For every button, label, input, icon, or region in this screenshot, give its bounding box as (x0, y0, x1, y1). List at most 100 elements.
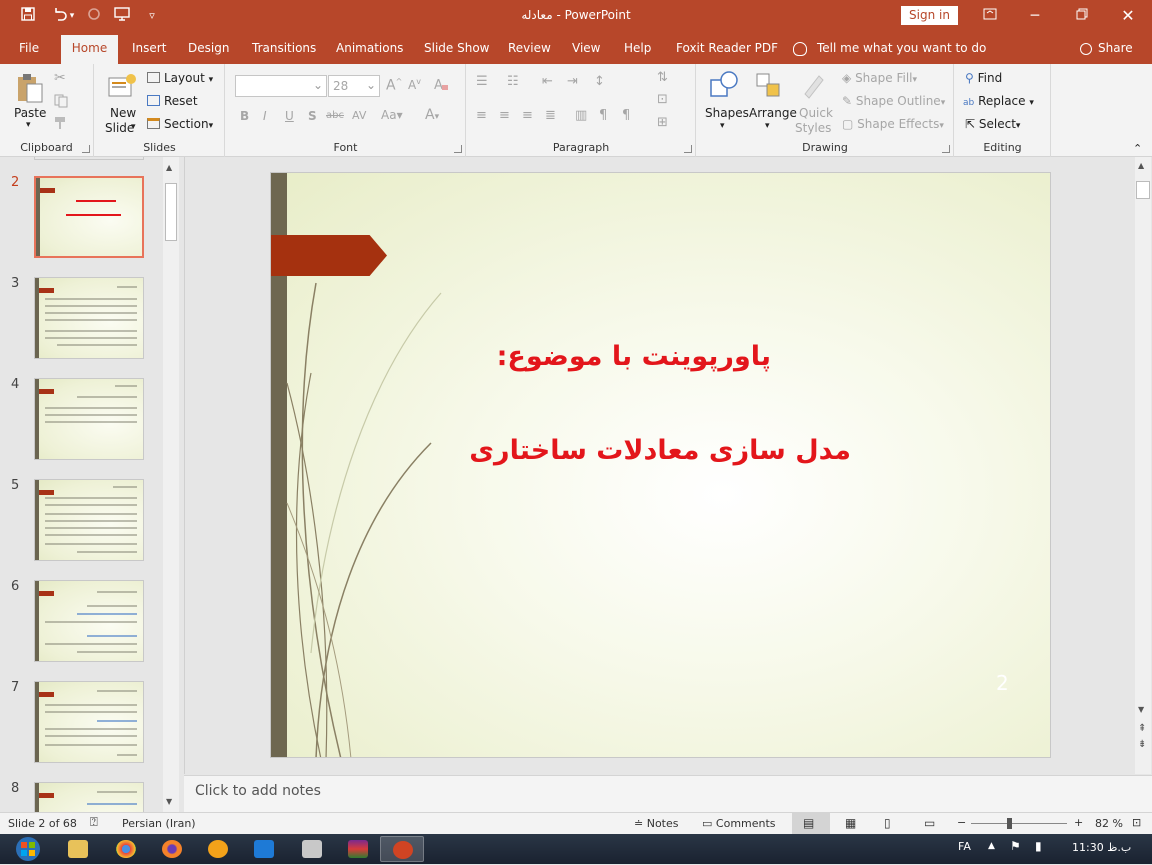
ribbon-display-options-icon[interactable] (975, 6, 1005, 26)
taskbar-media[interactable] (290, 836, 334, 862)
fit-slide-icon[interactable]: ⊡ (1132, 816, 1141, 829)
tab-transitions[interactable]: Transitions (246, 32, 322, 64)
font-size-combo[interactable]: 28 ⌄ (328, 75, 380, 97)
align-left-icon[interactable]: ≡ (476, 108, 487, 123)
font-color-icon[interactable]: A▾ (425, 107, 439, 123)
character-spacing-icon[interactable]: AV (352, 109, 366, 122)
slide-scrollbar[interactable]: ▲ ▼ ⇞ ⇟ (1135, 157, 1151, 774)
new-slide-label-2[interactable]: Slide (105, 121, 134, 135)
zoom-slider-thumb[interactable] (1007, 818, 1012, 829)
thumbnails-scroll-thumb[interactable] (165, 183, 177, 241)
font-launcher-icon[interactable] (454, 145, 462, 153)
taskbar-powerpoint[interactable] (380, 836, 424, 862)
taskbar-edge[interactable] (196, 836, 240, 862)
slide-thumbnails-panel[interactable]: 2 3 4 5 6 7 8 (0, 157, 182, 812)
left-to-right-icon[interactable]: ¶ (599, 108, 607, 123)
shape-effects-button[interactable]: ▢ Shape Effects▾ (842, 117, 944, 131)
slide-sorter-icon[interactable]: ▦ (845, 816, 856, 830)
italic-icon[interactable]: I (263, 109, 267, 123)
zoom-level[interactable]: 82 % (1095, 817, 1123, 830)
quick-styles-icon[interactable] (801, 70, 827, 102)
slide-scroll-down-icon[interactable]: ▼ (1138, 705, 1144, 714)
replace-button[interactable]: ab Replace ▾ (963, 94, 1034, 108)
save-icon[interactable] (16, 6, 40, 26)
drawing-launcher-icon[interactable] (942, 145, 950, 153)
shape-fill-button[interactable]: ◈ Shape Fill▾ (842, 71, 917, 85)
shapes-dropdown-icon[interactable]: ▾ (720, 121, 725, 131)
justify-icon[interactable]: ≣ (545, 108, 556, 123)
tab-view[interactable]: View (566, 32, 606, 64)
tab-design[interactable]: Design (182, 32, 235, 64)
scroll-up-icon[interactable]: ▲ (166, 163, 172, 172)
shape-outline-button[interactable]: ✎ Shape Outline▾ (842, 94, 945, 108)
language-indicator[interactable]: Persian (Iran) (122, 817, 196, 830)
collapse-ribbon-icon[interactable]: ⌃ (1133, 142, 1142, 155)
shapes-icon[interactable] (709, 70, 739, 102)
next-slide-icon[interactable]: ⇟ (1138, 739, 1146, 750)
notes-button[interactable]: ≐ Notes (634, 817, 679, 830)
reset-button[interactable]: Reset (147, 94, 198, 108)
copy-icon[interactable] (54, 94, 72, 111)
format-painter-icon[interactable] (54, 116, 70, 133)
slide-show-icon[interactable]: ▭ (924, 816, 935, 830)
input-language[interactable]: FA (958, 840, 971, 853)
show-hidden-icons-icon[interactable]: ▲ (988, 841, 995, 851)
decrease-indent-icon[interactable]: ⇤ (542, 74, 553, 89)
right-to-left-icon[interactable]: ¶ (622, 108, 630, 123)
columns-icon[interactable]: ▥ (575, 108, 587, 123)
text-shadow-icon[interactable]: S (308, 109, 317, 123)
new-slide-dropdown-icon[interactable]: ▾ (131, 122, 136, 132)
quick-styles-label-2[interactable]: Styles (795, 121, 831, 135)
slide-thumbnail-2[interactable] (34, 176, 144, 258)
tab-foxit-reader-pdf[interactable]: Foxit Reader PDF (670, 32, 784, 64)
slide-scroll-thumb[interactable] (1136, 181, 1150, 199)
close-icon[interactable]: ✕ (1113, 6, 1143, 26)
find-button[interactable]: ⚲ Find (965, 71, 1002, 85)
redo-icon[interactable] (82, 6, 106, 26)
taskbar-app[interactable] (242, 836, 286, 862)
reading-view-icon[interactable]: ▯ (884, 816, 891, 830)
arrange-button[interactable]: Arrange (749, 106, 797, 120)
taskbar-chrome[interactable] (104, 836, 148, 862)
bullets-icon[interactable]: ☰ (476, 74, 488, 89)
customize-quick-access-icon[interactable]: ▿ (140, 6, 164, 26)
clock[interactable]: 11:30 ب.ظ (1072, 841, 1131, 854)
taskbar-winrar[interactable] (336, 836, 380, 862)
paragraph-launcher-icon[interactable] (684, 145, 692, 153)
paste-button[interactable]: Paste (14, 106, 46, 120)
new-slide-icon[interactable] (107, 72, 137, 102)
spell-check-icon[interactable]: ⍰ (90, 815, 98, 830)
tab-slide-show[interactable]: Slide Show (418, 32, 495, 64)
thumbnails-scrollbar[interactable]: ▲ ▼ (163, 157, 179, 812)
scroll-down-icon[interactable]: ▼ (166, 797, 172, 806)
tab-insert[interactable]: Insert (126, 32, 172, 64)
tab-file[interactable]: File (13, 32, 45, 64)
taskbar-file-explorer[interactable] (56, 836, 100, 862)
decrease-font-size-icon[interactable]: Av (408, 77, 421, 92)
notes-pane[interactable]: Click to add notes (184, 775, 1152, 812)
slide-thumbnail-8[interactable] (34, 782, 144, 812)
align-right-icon[interactable]: ≡ (522, 108, 533, 123)
network-icon[interactable]: ▮ (1035, 839, 1042, 853)
bold-icon[interactable]: B (240, 109, 249, 123)
arrange-icon[interactable] (755, 70, 783, 102)
new-slide-label-1[interactable]: New (110, 106, 136, 120)
slide-thumbnail-4[interactable] (34, 378, 144, 460)
start-button[interactable] (4, 836, 52, 862)
tab-home[interactable]: Home (61, 35, 118, 64)
shapes-button[interactable]: Shapes (705, 106, 749, 120)
slide-thumbnail-6[interactable] (34, 580, 144, 662)
slide-scroll-up-icon[interactable]: ▲ (1138, 161, 1144, 170)
increase-indent-icon[interactable]: ⇥ (567, 74, 578, 89)
clipboard-launcher-icon[interactable] (82, 145, 90, 153)
undo-dropdown-icon[interactable]: ▾ (66, 6, 78, 26)
numbering-icon[interactable]: ☷ (507, 74, 519, 89)
tab-help[interactable]: Help (618, 32, 657, 64)
strikethrough-icon[interactable]: abc (326, 110, 344, 121)
line-spacing-icon[interactable]: ↕ (594, 74, 605, 89)
align-center-icon[interactable]: ≡ (499, 108, 510, 123)
sign-in-button[interactable]: Sign in (901, 6, 958, 25)
tab-review[interactable]: Review (502, 32, 557, 64)
comments-button[interactable]: ▭ Comments (702, 817, 776, 830)
increase-font-size-icon[interactable]: A^ (386, 77, 402, 94)
